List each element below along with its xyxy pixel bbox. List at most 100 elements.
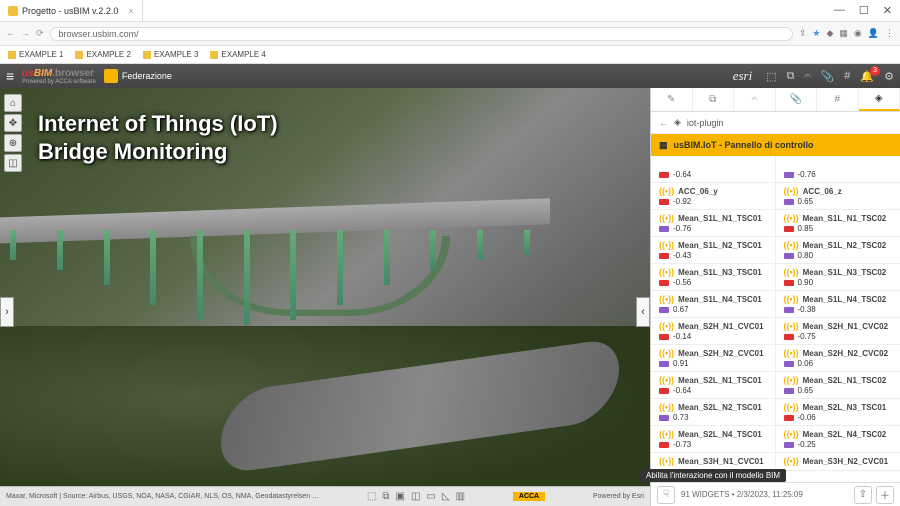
bookmark-item[interactable]: EXAMPLE 4 [210, 50, 265, 59]
sensor-widget[interactable]: ((•))Mean_S2H_N1_CVC02-0.75 [776, 318, 900, 344]
sensor-widget[interactable]: ((•))Mean_S1L_N2_TSC01-0.43 [651, 237, 776, 263]
sensor-value: -0.92 [673, 197, 691, 206]
sensor-widget[interactable]: ((•))Mean_S1L_N2_TSC020.80 [776, 237, 900, 263]
hamburger-menu-icon[interactable]: ≡ [6, 68, 14, 84]
sensor-row: ((•))Mean_S1L_N4_TSC010.67((•))Mean_S1L_… [651, 291, 900, 318]
status-dot-icon [659, 307, 669, 313]
tab-close-icon[interactable]: × [128, 6, 133, 16]
extension-icon[interactable]: ◉ [854, 28, 862, 39]
sensor-widget[interactable]: ((•))Mean_S2L_N1_TSC020.65 [776, 372, 900, 398]
sensor-widget[interactable]: ((•))Mean_S1L_N1_TSC01-0.76 [651, 210, 776, 236]
panel-footer: ☟ 91 WIDGETS • 2/3/2023, 11:25:09 ⇧ ＋ [651, 482, 900, 506]
panel-tab[interactable]: 𝄐 [734, 88, 776, 111]
bottom-tool-icon[interactable]: ◫ [411, 491, 420, 502]
sensor-widget[interactable]: ((•))Mean_S1L_N3_TSC020.90 [776, 264, 900, 290]
sensor-widget[interactable]: ((•))Mean_S2L_N3_TSC01-0.06 [776, 399, 900, 425]
add-widget-button[interactable]: ＋ [876, 486, 894, 504]
bookmark-item[interactable]: EXAMPLE 3 [143, 50, 198, 59]
browser-addressbar: ← → ⟳ browser.usbim.com/ ⇪ ★ ◆ ▦ ◉ 👤 ⋮ [0, 22, 900, 46]
sensor-name: Mean_S2L_N2_TSC01 [678, 403, 762, 412]
sensor-widget[interactable]: ((•))-0.76 [776, 156, 900, 182]
window-close-icon[interactable]: ✕ [883, 4, 892, 17]
panel-tab[interactable]: # [817, 88, 859, 111]
bottom-tool-icon[interactable]: ⧉ [382, 491, 389, 502]
sensor-widget[interactable]: ((•))Mean_S2L_N4_TSC01-0.73 [651, 426, 776, 452]
sensor-widget[interactable]: ((•))Mean_S2H_N2_CVC020.06 [776, 345, 900, 371]
nav-back-icon[interactable]: ← [6, 28, 15, 39]
sensor-widget[interactable]: ((•))ACC_06_y-0.92 [651, 183, 776, 209]
cube-tool-icon[interactable]: ◫ [4, 154, 22, 172]
window-maximize-icon[interactable]: ☐ [859, 4, 869, 17]
extension-icon[interactable]: ◆ [826, 28, 833, 39]
sensor-widget[interactable]: ((•))Mean_S2H_N1_CVC01-0.14 [651, 318, 776, 344]
sensor-widget[interactable]: ((•))Mean_S1L_N4_TSC010.67 [651, 291, 776, 317]
sensor-value: -0.76 [673, 224, 691, 233]
bottom-tool-icon[interactable]: ⬚ [367, 491, 376, 502]
sensor-widget[interactable]: ((•))Mean_S3H_N2_CVC01 [776, 453, 900, 470]
sensor-widget[interactable]: ((•))Mean_S2L_N1_TSC01-0.64 [651, 372, 776, 398]
bottom-tool-icon[interactable]: ▣ [396, 491, 405, 502]
browser-tab[interactable]: Progetto - usBIM v.2.2.0 × [0, 0, 143, 21]
bookmark-star-icon[interactable]: ★ [812, 28, 820, 39]
url-input[interactable]: browser.usbim.com/ [50, 27, 793, 41]
bottom-tool-icon[interactable]: ▭ [426, 491, 435, 502]
signal-icon: ((•)) [659, 456, 674, 466]
sensor-widget[interactable]: ((•))ACC_06_z0.65 [776, 183, 900, 209]
signal-icon: ((•)) [659, 402, 674, 412]
sensor-widget[interactable]: ((•))Mean_S2L_N4_TSC02-0.25 [776, 426, 900, 452]
home-tool-icon[interactable]: ⌂ [4, 94, 22, 112]
bookmark-item[interactable]: EXAMPLE 2 [75, 50, 130, 59]
extension-icon[interactable]: ▦ [839, 28, 848, 39]
bottom-tool-icon[interactable]: ◺ [442, 491, 450, 502]
status-dot-icon [784, 280, 794, 286]
back-arrow-icon[interactable]: ← [659, 118, 668, 128]
nav-tool-icon[interactable]: ✥ [4, 114, 22, 132]
panel-tab[interactable]: ⧉ [693, 88, 735, 111]
viewport-left-toolbar: ⌂ ✥ ⊕ ◫ [4, 94, 22, 172]
interaction-toggle-button[interactable]: ☟ [657, 486, 675, 504]
sensor-widget[interactable]: ((•))Mean_S1L_N1_TSC020.85 [776, 210, 900, 236]
sensor-widget[interactable]: ((•))Mean_S2H_N2_CVC010.91 [651, 345, 776, 371]
menu-dots-icon[interactable]: ⋮ [885, 28, 894, 39]
settings-gear-icon[interactable]: ⚙ [884, 70, 894, 83]
tab-title: Progetto - usBIM v.2.2.0 [22, 6, 118, 16]
plugin-icon: ◈ [674, 117, 681, 128]
notification-bell-icon[interactable]: 🔔3 [860, 70, 874, 83]
sensor-name: Mean_S3H_N1_CVC01 [678, 457, 763, 466]
sensor-name: Mean_S2L_N4_TSC01 [678, 430, 762, 439]
bookmark-item[interactable]: EXAMPLE 1 [8, 50, 63, 59]
sensor-name: Mean_S2L_N4_TSC02 [803, 430, 887, 439]
nav-reload-icon[interactable]: ⟳ [36, 28, 44, 39]
status-dot-icon [659, 280, 669, 286]
sensor-widget[interactable]: ((•))-0.64 [651, 156, 776, 182]
attach-icon[interactable]: 📎 [821, 70, 835, 83]
signal-icon: ((•)) [784, 213, 799, 223]
panel-tab[interactable]: 📎 [776, 88, 818, 111]
sensor-widget[interactable]: ((•))Mean_S2L_N2_TSC010.73 [651, 399, 776, 425]
viewport-3d[interactable]: Internet of Things (IoT) Bridge Monitori… [0, 88, 650, 506]
bottom-tool-icon[interactable]: ▥ [456, 491, 465, 502]
profile-icon[interactable]: 👤 [868, 28, 879, 39]
sensor-value: -0.75 [798, 332, 816, 341]
sensor-widget[interactable]: ((•))Mean_S1L_N4_TSC02-0.38 [776, 291, 900, 317]
panel-tab[interactable]: ✎ [651, 88, 693, 111]
share-icon[interactable]: ⇪ [799, 28, 807, 39]
sensor-widget[interactable]: ((•))Mean_S1L_N3_TSC01-0.56 [651, 264, 776, 290]
panel-expand-right-icon[interactable]: ‹ [636, 297, 650, 327]
sensor-row: ((•))Mean_S2H_N2_CVC010.91((•))Mean_S2H_… [651, 345, 900, 372]
sensor-widget[interactable]: ((•)) Mean_S3H_N1_CVC01 [651, 453, 776, 470]
copy-icon[interactable]: ⧉ [787, 70, 795, 83]
layers-icon[interactable]: ⬚ [766, 70, 776, 83]
federation-button[interactable]: Federazione [104, 69, 172, 83]
hash-icon[interactable]: # [844, 70, 850, 82]
window-minimize-icon[interactable]: — [834, 4, 845, 17]
panel-expand-left-icon[interactable]: › [0, 297, 14, 327]
panel-header: ▦ usBIM.IoT - Pannello di controllo [651, 134, 900, 156]
panel-tab-iot[interactable]: ◈ [859, 88, 900, 111]
target-tool-icon[interactable]: ⊕ [4, 134, 22, 152]
export-icon[interactable]: ⇧ [854, 486, 872, 504]
sensor-list[interactable]: ((•))-0.64((•))-0.76((•))ACC_06_y-0.92((… [651, 156, 900, 482]
link-icon[interactable]: 𝄐 [804, 70, 810, 83]
nav-forward-icon[interactable]: → [21, 28, 30, 39]
signal-icon: ((•)) [784, 402, 799, 412]
